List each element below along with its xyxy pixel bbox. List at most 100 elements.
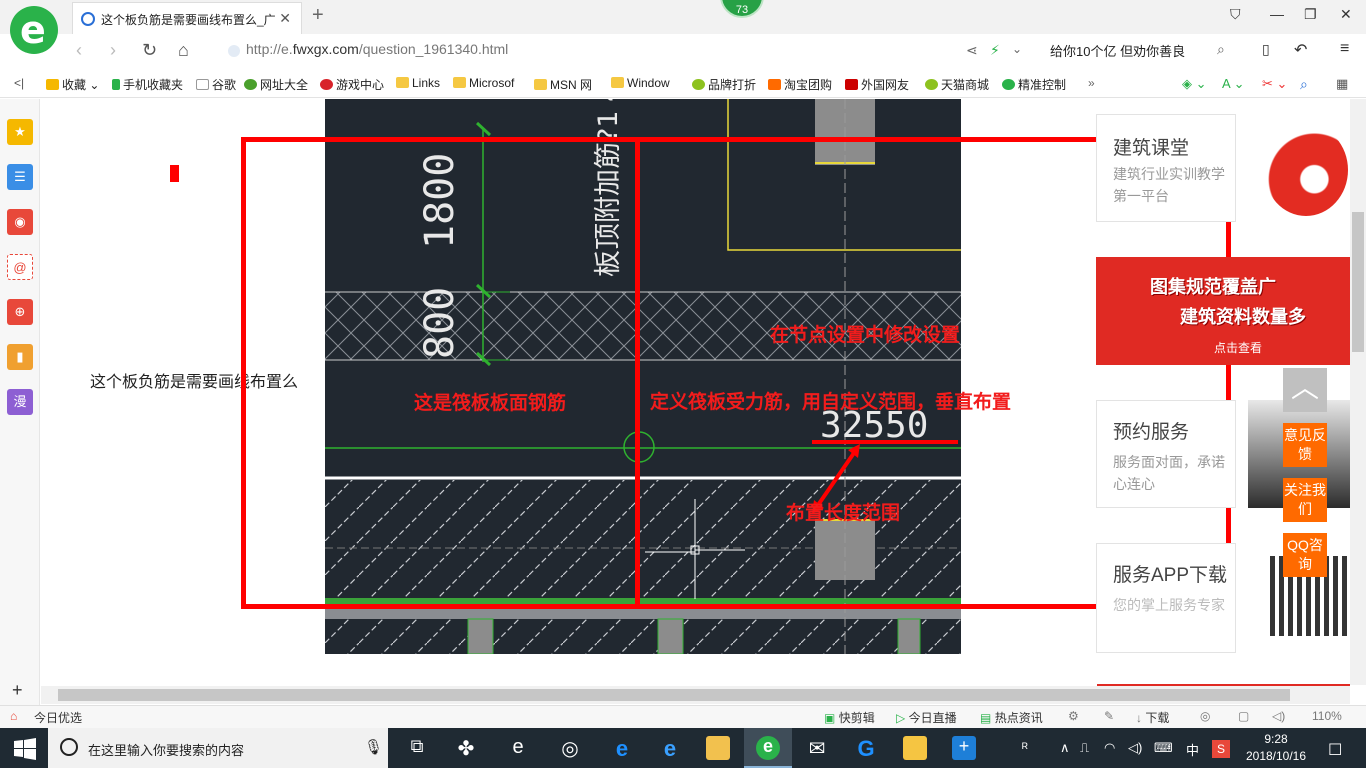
360-browser-icon[interactable]: e <box>756 736 780 760</box>
task-view-icon[interactable]: ⧉ <box>405 736 429 760</box>
follow-us-button[interactable]: 关注我们 <box>1283 478 1327 522</box>
bookmark-item[interactable]: 手机收藏夹 <box>112 76 183 93</box>
bookmark-folder[interactable]: MSN 网 <box>534 76 592 93</box>
gear-icon[interactable]: ⚙ <box>1068 709 1079 723</box>
page-info-icon[interactable] <box>228 45 240 57</box>
bookmark-item[interactable]: 谷歌 <box>196 76 236 93</box>
game-icon[interactable]: ⊕ <box>7 299 33 325</box>
bookmark-folder[interactable]: Microsof <box>453 76 514 90</box>
wifi-icon[interactable]: ◠ <box>1104 740 1115 756</box>
course-card[interactable]: 建筑课堂 建筑行业实训教学第一平台 <box>1096 114 1236 222</box>
shield-icon[interactable]: ◈ ⌄ <box>1182 76 1207 92</box>
file-explorer-icon[interactable] <box>706 736 730 760</box>
comic-icon[interactable]: 漫 <box>7 389 33 415</box>
menu-icon[interactable]: ≡ <box>1340 40 1349 58</box>
ie-e-icon[interactable]: e <box>506 736 530 760</box>
feedback-button[interactable]: 意见反馈 <box>1283 423 1327 467</box>
bookmark-item[interactable]: 淘宝团购 <box>768 76 832 93</box>
spiral-app-icon[interactable]: ◎ <box>558 736 582 760</box>
add-sidebar-button[interactable]: + <box>12 680 23 701</box>
new-tab-button[interactable]: + <box>312 4 324 27</box>
bookmark-favorites[interactable]: 收藏 ⌄ <box>46 76 99 93</box>
sidebar-toggle-icon[interactable]: <| <box>14 76 24 90</box>
download-link[interactable]: ↓ 下载 <box>1136 709 1169 726</box>
zoom-search-icon[interactable]: ⌕ <box>1300 76 1308 93</box>
today-picks-link[interactable]: 今日优选 <box>34 709 82 726</box>
back-icon[interactable]: ‹ <box>76 40 82 61</box>
sogou-ime-icon[interactable]: S <box>1212 740 1230 758</box>
bookmark-folder[interactable]: Links <box>396 76 440 90</box>
book-icon[interactable]: ▮ <box>7 344 33 370</box>
ie-mode-icon[interactable]: ◎ <box>1200 709 1210 723</box>
url-field[interactable]: http://e.fwxgx.com/question_1961340.html <box>246 41 508 57</box>
email-icon[interactable]: @ <box>7 254 33 280</box>
fan-app-icon[interactable]: ✤ <box>454 736 478 760</box>
forward-icon[interactable]: › <box>110 40 116 61</box>
news-link[interactable]: ▤ 热点资讯 <box>980 709 1043 726</box>
browser-logo-icon[interactable]: e <box>10 6 58 54</box>
ime-indicator[interactable]: 中 <box>1186 740 1199 759</box>
chevron-down-icon[interactable]: ⌄ <box>1012 42 1022 56</box>
qq-consult-button[interactable]: QQ咨询 <box>1283 533 1327 577</box>
fast-mode-icon[interactable]: ⚡ <box>990 42 1000 59</box>
app-download-card[interactable]: 服务APP下载 您的掌上服务专家 <box>1096 543 1236 653</box>
maximize-button[interactable]: ❐ <box>1304 6 1317 23</box>
vertical-scroll-thumb[interactable] <box>1352 212 1364 352</box>
bookmark-item[interactable]: 天猫商城 <box>925 76 989 93</box>
favorites-star-icon[interactable]: ★ <box>7 119 33 145</box>
search-icon[interactable]: ⌕ <box>1217 41 1225 58</box>
g-app-icon[interactable]: G <box>854 736 878 761</box>
microphone-icon[interactable]: 🎙 <box>364 738 383 756</box>
notification-center-icon[interactable]: ☐ <box>1328 740 1342 760</box>
horizontal-scroll-thumb[interactable] <box>58 689 1290 701</box>
zoom-level[interactable]: 110% <box>1312 709 1342 723</box>
bookmark-item[interactable]: 外国网友 <box>845 76 909 93</box>
bookmark-item[interactable]: 网址大全 <box>244 76 308 93</box>
back-to-top-button[interactable]: ︿ <box>1283 368 1327 412</box>
phone-icon[interactable]: ▯ <box>1262 41 1270 58</box>
volume-icon[interactable]: ◁) <box>1272 709 1285 723</box>
bookmark-item[interactable]: 游戏中心 <box>320 76 384 93</box>
people-icon[interactable]: ᴿ <box>1022 740 1028 755</box>
hot-search-text[interactable]: 给你10个亿 但劝你善良 <box>1050 41 1185 60</box>
cortana-icon <box>60 738 78 756</box>
share-icon[interactable]: ⋖ <box>966 42 978 59</box>
close-window-button[interactable]: ✕ <box>1340 6 1352 23</box>
network-icon[interactable]: ⎍ <box>1080 740 1089 756</box>
speaker-icon[interactable]: ◁) <box>1128 740 1142 756</box>
refresh-icon[interactable]: ↻ <box>142 40 157 61</box>
system-clock[interactable]: 9:28 2018/10/16 <box>1236 731 1316 765</box>
window-icon[interactable]: ▢ <box>1238 709 1249 723</box>
bookmark-item[interactable]: 精准控制 <box>1002 76 1066 93</box>
keyboard-icon[interactable]: ⌨ <box>1154 740 1173 756</box>
vertical-scrollbar[interactable] <box>1350 99 1366 685</box>
service-card[interactable]: 预约服务 服务面对面，承诺心连心 <box>1096 400 1236 508</box>
bookmark-item[interactable]: 品牌打折 <box>692 76 756 93</box>
windows-start-icon[interactable] <box>14 738 36 760</box>
weibo-icon[interactable]: ◉ <box>7 209 33 235</box>
star-icon <box>46 79 59 90</box>
skin-icon[interactable]: ⛉ <box>1230 6 1241 23</box>
browser-tab[interactable]: 这个板负筋是需要画线布置么_广 ✕ <box>72 2 302 34</box>
grid-icon[interactable]: ▦ <box>1336 76 1348 92</box>
pin-icon[interactable]: ✎ <box>1104 709 1114 723</box>
tray-chevron-icon[interactable]: ∧ <box>1060 740 1070 756</box>
translate-icon[interactable]: A ⌄ <box>1222 76 1244 92</box>
internet-explorer-icon[interactable]: e <box>658 736 682 761</box>
list-icon[interactable]: ☰ <box>7 164 33 190</box>
minimize-button[interactable]: — <box>1270 6 1284 22</box>
notes-app-icon[interactable] <box>903 736 927 760</box>
mail-icon[interactable]: ✉ <box>805 736 829 760</box>
scissors-icon[interactable]: ✂ ⌄ <box>1262 76 1287 92</box>
home-icon[interactable]: ⌂ <box>178 40 189 61</box>
live-link[interactable]: ▷ 今日直播 <box>896 709 957 726</box>
plus-app-icon[interactable]: + <box>952 736 976 760</box>
undo-icon[interactable]: ↶ <box>1294 40 1307 60</box>
quick-edit-link[interactable]: ▣ 快剪辑 <box>824 709 875 726</box>
edge-icon[interactable]: e <box>610 736 634 761</box>
bookmark-folder[interactable]: Window <box>611 76 670 90</box>
taskbar-search-box[interactable]: 在这里输入你要搜索的内容 🎙 <box>48 728 388 768</box>
bookmarks-more-button[interactable]: » <box>1088 76 1095 90</box>
promo-banner[interactable]: 图集规范覆盖广 建筑资料数量多 点击查看 <box>1096 257 1350 365</box>
tab-close-icon[interactable]: ✕ <box>279 10 291 27</box>
